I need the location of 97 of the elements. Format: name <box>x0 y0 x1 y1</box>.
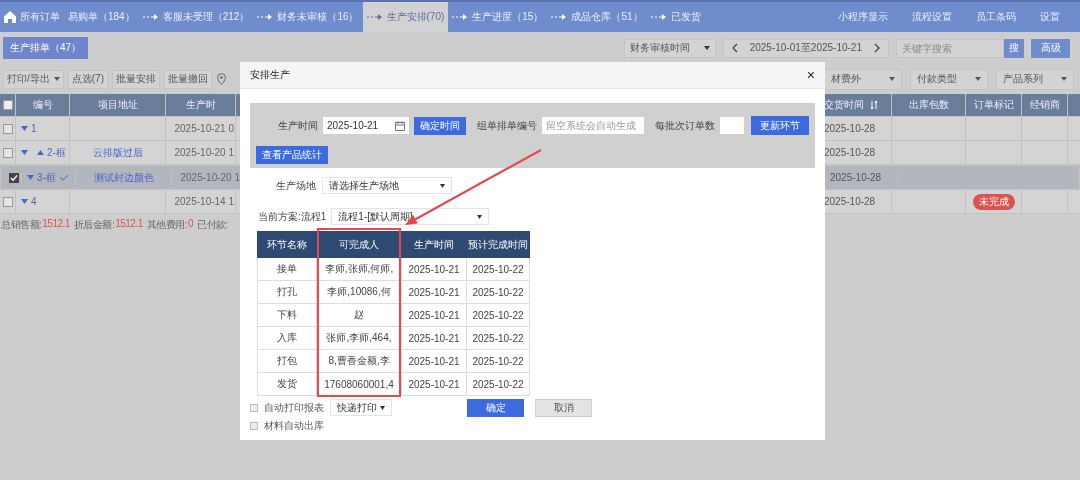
order-number[interactable]: 4 <box>31 196 37 207</box>
table-cell: 2025-10-21 <box>401 326 467 350</box>
table-cell: 2025-10-21 <box>401 303 467 327</box>
nav-tab[interactable]: 财务未审核（16） <box>253 2 363 32</box>
table-cell: 发货 <box>257 372 317 396</box>
filter-select[interactable]: 付款类型 <box>910 68 988 90</box>
update-steps-button[interactable]: 更新环节 <box>750 116 809 135</box>
field-label: 生产场地 <box>276 178 316 193</box>
address-link[interactable]: 云排版过后 <box>92 145 143 160</box>
toolbar-button[interactable]: 打印/导出 <box>3 69 64 89</box>
table-cell: 2025-10-22 <box>466 257 530 281</box>
checkbox-label: 自动打印报表 <box>264 400 324 415</box>
table-cell: 2025-10-21 <box>401 257 467 281</box>
table-cell: 打孔 <box>257 280 317 304</box>
address-link[interactable]: 测试封边颜色 <box>93 170 154 185</box>
time-field-select[interactable]: 财务审核时间 <box>623 38 716 58</box>
nav-tab[interactable]: 所有订单 <box>0 2 64 32</box>
column-header[interactable]: 出库包数 <box>892 94 966 116</box>
table-cell: 2025-10-22 <box>466 349 530 373</box>
table-cell: 2025-10-14 1 <box>174 196 234 207</box>
order-number[interactable]: 2-框 <box>47 145 66 160</box>
nav-tab[interactable]: 客服未受理（212） <box>138 2 254 32</box>
table-cell: 2025-10-21 0 <box>174 123 234 134</box>
column-header: 预计完成时间 <box>466 231 530 258</box>
date-range-picker[interactable]: 2025-10-01至2025-10-21 <box>722 38 889 58</box>
table-cell: 2025-10-22 <box>466 326 530 350</box>
summary-label: 折后金额: <box>73 218 115 232</box>
nav-link[interactable]: 流程设置 <box>912 10 952 24</box>
table-cell: 打包 <box>257 349 317 373</box>
dialog-title: 安排生产 <box>250 68 290 82</box>
column-header[interactable]: 订单标记 <box>966 94 1022 116</box>
table-cell: 2025-10-21 <box>401 349 467 373</box>
table-cell: 2025-10-21 <box>401 372 467 396</box>
table-cell: 接单 <box>257 257 317 281</box>
advanced-button[interactable]: 高级 <box>1031 38 1070 58</box>
table-cell: 2025-10-28 <box>830 172 882 183</box>
column-header: 可完成人 <box>316 231 402 258</box>
table-cell: 2025-10-21 <box>401 280 467 304</box>
table-cell: 2025-10-28 <box>824 196 876 207</box>
order-number[interactable]: 1 <box>31 123 37 134</box>
summary-label: 总销售额: <box>1 218 42 232</box>
field-label: 组单排单编号 <box>476 118 537 133</box>
print-type-select[interactable]: 快递打印 <box>330 399 392 416</box>
table-cell: 李师,10086,何 <box>316 280 402 304</box>
nav-link[interactable]: 小程序显示 <box>838 10 888 24</box>
nav-tab[interactable]: 成品仓库（51） <box>547 2 647 32</box>
product-stats-button[interactable]: 查看产品统计 <box>256 146 328 164</box>
nav-tab[interactable]: 生产进度（15） <box>448 2 548 32</box>
summary-value: 0 <box>188 218 194 231</box>
summary-value: 1512.1 <box>115 218 143 231</box>
field-label: 当前方案:流程1 <box>258 209 327 224</box>
batch-number-field[interactable]: 留空系统会自动生成 <box>541 117 644 134</box>
close-button[interactable]: × <box>806 67 815 83</box>
toolbar-button[interactable]: 批量安排 <box>112 69 160 89</box>
status-tag: 未完成 <box>972 193 1015 210</box>
checkbox-label: 材料自动出库 <box>264 419 324 433</box>
column-header: 编号 <box>16 94 70 116</box>
confirm-button[interactable]: 确定 <box>467 399 524 417</box>
table-cell: 2025-10-22 <box>466 303 530 327</box>
column-header: 环节名称 <box>257 231 317 258</box>
field-label: 生产时间 <box>278 118 318 133</box>
column-header: 生产时间 <box>401 231 467 258</box>
column-header[interactable]: 经销商 <box>1022 94 1068 116</box>
table-cell: 张师,李师,464, <box>316 326 402 350</box>
cancel-button[interactable]: 取消 <box>535 399 592 417</box>
confirm-time-button[interactable]: 确定时间 <box>413 116 466 135</box>
subtab[interactable]: 生产排单（47） <box>3 37 89 59</box>
filter-select[interactable]: 产品系列 <box>996 68 1074 90</box>
table-cell: 2025-10-20 1 <box>180 172 240 183</box>
toolbar-button[interactable]: 批量撤回 <box>164 69 212 89</box>
table-cell: 2025-10-20 1 <box>174 147 234 158</box>
table-cell: 入库 <box>257 326 317 350</box>
table-cell: 2025-10-22 <box>466 372 530 396</box>
column-header: 项目地址 <box>70 94 166 116</box>
table-cell: 下料 <box>257 303 317 327</box>
table-cell: 赵 <box>316 303 402 327</box>
column-header: 生产时 <box>166 94 236 116</box>
summary-label: 其他费用: <box>146 218 188 232</box>
table-cell: 8,曹香金额,李 <box>316 349 402 373</box>
nav-tab[interactable]: 生产安排(70) <box>362 2 449 32</box>
summary-value: 1512.1 <box>42 218 70 231</box>
nav-link[interactable]: 员工条码 <box>976 10 1016 24</box>
table-cell: 2025-10-28 <box>824 123 876 134</box>
table-cell: 2025-10-22 <box>466 280 530 304</box>
summary-label: 已付款: <box>197 218 228 232</box>
nav-tab[interactable]: 已发货 <box>646 2 705 32</box>
toolbar-button[interactable]: 点选(7) <box>67 69 108 89</box>
field-label: 每批次订单数 <box>654 118 715 133</box>
nav-link[interactable]: 设置 <box>1040 10 1060 24</box>
filter-select[interactable]: 材费外 <box>824 68 902 90</box>
site-select[interactable]: 请选择生产场地 <box>322 177 452 194</box>
nav-tab[interactable]: 易购单（184） <box>64 2 139 32</box>
order-number[interactable]: 3-框 <box>37 170 56 185</box>
search-field[interactable]: 关键字搜索 <box>896 38 1004 58</box>
search-button[interactable]: 搜 <box>1004 38 1024 58</box>
date-field[interactable]: 2025-10-21 <box>323 117 409 134</box>
table-cell: 2025-10-28 <box>824 147 876 158</box>
